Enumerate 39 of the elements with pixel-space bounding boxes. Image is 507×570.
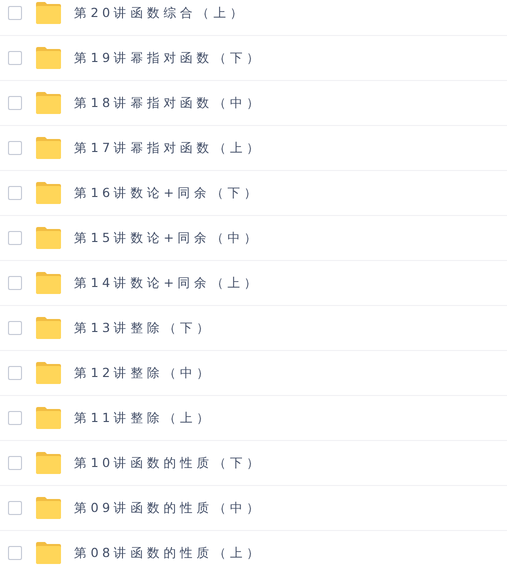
folder-name[interactable]: 第11讲整除（上） <box>74 408 214 428</box>
checkbox[interactable] <box>8 321 22 335</box>
folder-name[interactable]: 第13讲整除（下） <box>74 318 214 338</box>
checkbox[interactable] <box>8 51 22 65</box>
folder-name[interactable]: 第14讲数论+同余（上） <box>74 274 261 292</box>
folder-icon <box>35 92 62 114</box>
folder-icon <box>35 182 62 204</box>
checkbox[interactable] <box>8 546 22 560</box>
checkbox[interactable] <box>8 456 22 470</box>
folder-name[interactable]: 第18讲幂指对函数（中） <box>74 94 264 112</box>
folder-icon <box>35 362 62 384</box>
folder-icon <box>35 542 62 564</box>
folder-name[interactable]: 第08讲函数的性质（上） <box>74 544 264 562</box>
folder-name[interactable]: 第10讲函数的性质（下） <box>74 454 264 472</box>
folder-icon <box>35 227 62 249</box>
folder-icon <box>35 317 62 339</box>
folder-name[interactable]: 第17讲幂指对函数（上） <box>74 138 264 158</box>
folder-name[interactable]: 第20讲函数综合（上） <box>74 4 247 22</box>
checkbox[interactable] <box>8 141 22 155</box>
folder-icon <box>35 272 62 294</box>
folder-icon <box>35 497 62 519</box>
folder-name[interactable]: 第15讲数论+同余（中） <box>74 228 261 248</box>
checkbox[interactable] <box>8 186 22 200</box>
folder-icon <box>35 452 62 474</box>
folder-icon <box>35 2 62 24</box>
checkbox[interactable] <box>8 276 22 290</box>
checkbox[interactable] <box>8 6 22 20</box>
folder-icon <box>35 137 62 159</box>
folder-name[interactable]: 第12讲整除（中） <box>74 364 214 382</box>
folder-name[interactable]: 第09讲函数的性质（中） <box>74 498 264 518</box>
folder-name[interactable]: 第16讲数论+同余（下） <box>74 184 261 202</box>
checkbox[interactable] <box>8 231 22 245</box>
checkbox[interactable] <box>8 366 22 380</box>
folder-name[interactable]: 第19讲幂指对函数（下） <box>74 48 264 68</box>
checkbox[interactable] <box>8 411 22 425</box>
folder-icon <box>35 47 62 69</box>
folder-icon <box>35 407 62 429</box>
checkbox[interactable] <box>8 96 22 110</box>
checkbox[interactable] <box>8 501 22 515</box>
